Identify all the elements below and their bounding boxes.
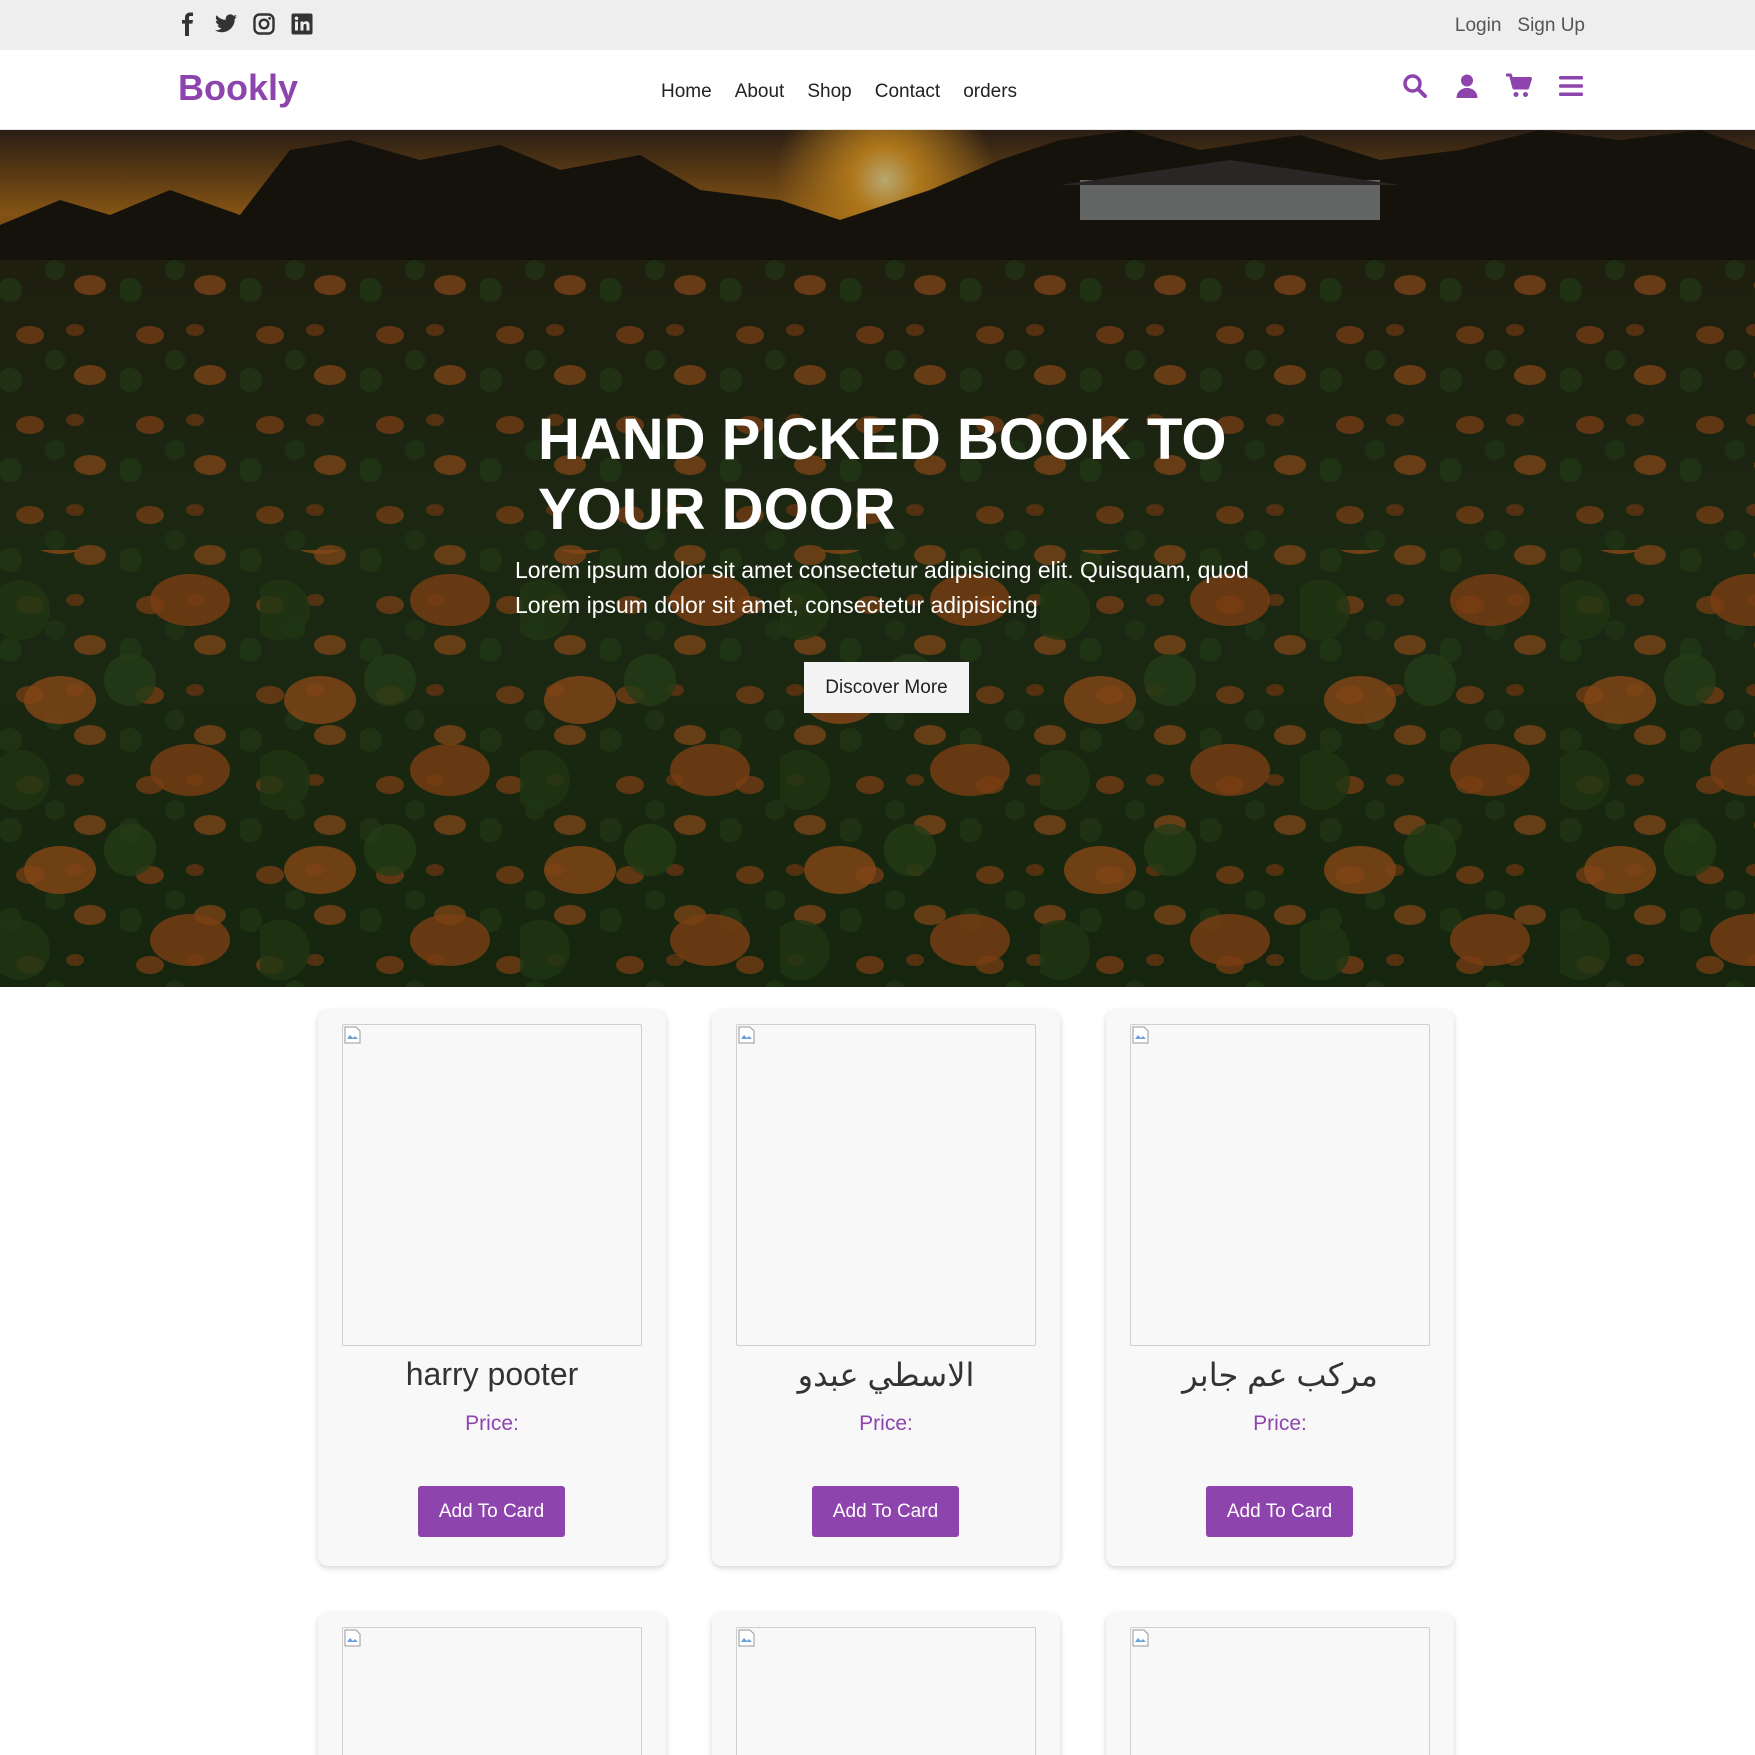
facebook-icon[interactable] — [176, 12, 200, 36]
search-icon[interactable] — [1401, 72, 1429, 100]
twitter-icon[interactable] — [214, 12, 238, 36]
menu-icon[interactable] — [1557, 72, 1585, 100]
product-image[interactable] — [1130, 1627, 1430, 1755]
add-to-cart-button[interactable]: Add To Card — [418, 1486, 565, 1537]
instagram-icon[interactable] — [252, 12, 276, 36]
nav-icons — [1401, 72, 1585, 100]
product-title[interactable]: الاسطي عبدو — [712, 1356, 1060, 1394]
product-price: Price: — [465, 1412, 519, 1435]
cart-icon[interactable] — [1505, 72, 1533, 100]
product-image[interactable] — [736, 1024, 1036, 1346]
nav-contact[interactable]: Contact — [875, 81, 940, 103]
product-card: الاسطي عبدو Price: Add To Card — [712, 1010, 1060, 1566]
hero-section: HAND PICKED BOOK TO YOUR DOOR Lorem ipsu… — [0, 130, 1755, 987]
product-card — [712, 1613, 1060, 1755]
broken-image-icon — [1132, 1026, 1149, 1044]
add-to-cart-button[interactable]: Add To Card — [1206, 1486, 1353, 1537]
product-title[interactable]: مركب عم جابر — [1106, 1356, 1454, 1394]
hero-text-line-1: Lorem ipsum dolor sit amet consectetur a… — [515, 557, 1249, 583]
nav-orders[interactable]: orders — [963, 81, 1017, 103]
nav-shop[interactable]: Shop — [807, 81, 851, 103]
product-image[interactable] — [736, 1627, 1036, 1755]
nav-about[interactable]: About — [735, 81, 785, 103]
product-image[interactable] — [1130, 1024, 1430, 1346]
product-price: Price: — [859, 1412, 913, 1435]
hero-text-line-2: Lorem ipsum dolor sit amet, consectetur … — [515, 592, 1038, 618]
product-card: harry pooter Price: Add To Card — [318, 1010, 666, 1566]
user-icon[interactable] — [1453, 72, 1481, 100]
product-card — [1106, 1613, 1454, 1755]
nav-links: Home About Shop Contact orders — [661, 81, 1017, 103]
broken-image-icon — [1132, 1629, 1149, 1647]
product-image[interactable] — [342, 1024, 642, 1346]
product-price: Price: — [1253, 1412, 1307, 1435]
hero-title-line-2: YOUR DOOR — [538, 477, 896, 542]
broken-image-icon — [344, 1629, 361, 1647]
broken-image-icon — [738, 1026, 755, 1044]
nav-home[interactable]: Home — [661, 81, 712, 103]
product-card: مركب عم جابر Price: Add To Card — [1106, 1010, 1454, 1566]
login-link[interactable]: Login — [1455, 15, 1502, 37]
hero-title: HAND PICKED BOOK TO YOUR DOOR — [538, 405, 1238, 545]
product-title[interactable]: harry pooter — [318, 1356, 666, 1393]
social-links — [176, 12, 314, 36]
linkedin-icon[interactable] — [290, 12, 314, 36]
top-bar: Login Sign Up — [0, 0, 1755, 50]
main-navbar: Bookly Home About Shop Contact orders — [0, 50, 1755, 130]
product-image[interactable] — [342, 1627, 642, 1755]
hero-description: Lorem ipsum dolor sit amet consectetur a… — [515, 553, 1305, 623]
add-to-cart-button[interactable]: Add To Card — [812, 1486, 959, 1537]
hero-title-line-1: HAND PICKED BOOK TO — [538, 407, 1227, 472]
discover-more-button[interactable]: Discover More — [804, 662, 969, 713]
broken-image-icon — [344, 1026, 361, 1044]
auth-links: Login Sign Up — [1455, 15, 1585, 37]
signup-link[interactable]: Sign Up — [1517, 15, 1585, 37]
logo[interactable]: Bookly — [178, 67, 298, 109]
broken-image-icon — [738, 1629, 755, 1647]
product-card — [318, 1613, 666, 1755]
